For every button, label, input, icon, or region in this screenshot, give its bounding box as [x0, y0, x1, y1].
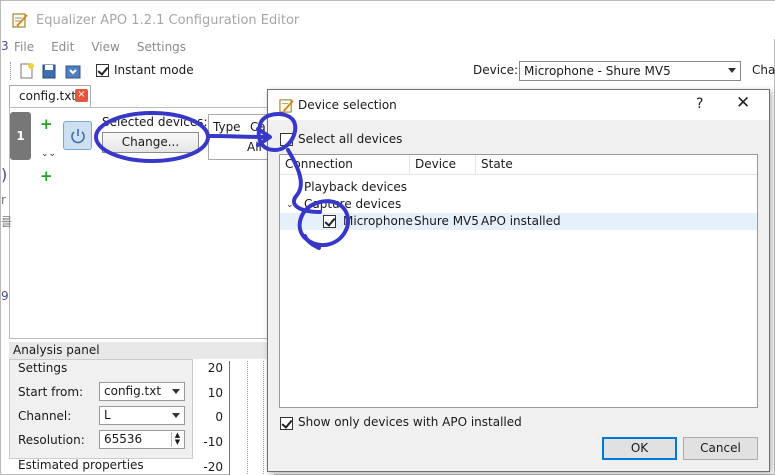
- filter-row-number[interactable]: 1: [10, 112, 31, 160]
- channel-label: Channel:: [18, 409, 72, 423]
- instant-mode-checkbox[interactable]: [96, 64, 109, 77]
- menu-file[interactable]: File: [14, 39, 34, 58]
- playback-devices-label: Playback devices: [304, 180, 408, 194]
- tree-row-capture[interactable]: ⌄ Capture devices: [280, 196, 757, 213]
- graph-gridline: [247, 361, 248, 475]
- device-selection-dialog: Device selection ? ✕ Select all devices …: [267, 89, 770, 472]
- chevron-down-icon: [172, 389, 180, 394]
- app-icon: [12, 13, 28, 28]
- graph-gridline: [263, 361, 264, 475]
- device-select-value: Microphone - Shure MV5: [524, 64, 671, 78]
- channel-partial-label: Ca: [250, 120, 266, 134]
- show-only-apo-checkbox[interactable]: [280, 417, 293, 430]
- device-select[interactable]: Microphone - Shure MV5: [519, 61, 741, 81]
- chevron-down-icon: [172, 413, 180, 418]
- tab-label: config.txt: [19, 89, 77, 103]
- window-title: Equalizer APO 1.2.1 Configuration Editor: [36, 13, 300, 28]
- chevron-down-icon: [728, 68, 736, 73]
- resolution-label: Resolution:: [18, 433, 85, 447]
- device-connection: Microphone: [343, 214, 413, 228]
- toolbar-grip: [10, 62, 11, 80]
- menu-bar: File Edit View Settings: [1, 39, 775, 58]
- select-all-checkbox[interactable]: [280, 133, 293, 146]
- y-tick-label: 20: [207, 361, 223, 375]
- side-mark: ): [1, 165, 8, 184]
- power-icon: [71, 129, 85, 144]
- expand-chevron-icon[interactable]: ⌄: [286, 197, 294, 213]
- capture-devices-label: Capture devices: [304, 197, 402, 211]
- estimated-properties-label: Estimated properties: [18, 458, 144, 472]
- settings-title: Settings: [18, 361, 68, 375]
- column-device[interactable]: Device: [410, 155, 476, 175]
- y-tick-label: 10: [207, 386, 223, 400]
- side-mark: 를: [1, 215, 13, 229]
- tree-row-playback[interactable]: Playback devices: [280, 179, 757, 196]
- add-filter-bottom-icon[interactable]: +: [40, 169, 53, 184]
- menu-view[interactable]: View: [91, 39, 119, 58]
- resolution-value: 65536: [104, 432, 143, 446]
- device-label: Device:: [473, 63, 519, 77]
- side-mark: 3: [1, 39, 9, 53]
- save-file-icon[interactable]: [64, 62, 82, 80]
- side-mark: r: [1, 193, 6, 207]
- channel-select[interactable]: L: [99, 406, 185, 425]
- tree-header: Connection Device State: [280, 155, 757, 175]
- help-icon[interactable]: ?: [696, 96, 703, 112]
- start-from-label: Start from:: [18, 385, 84, 399]
- y-tick-label: -10: [203, 435, 223, 449]
- side-mark: 9: [1, 289, 9, 303]
- show-only-apo-label[interactable]: Show only devices with APO installed: [298, 415, 522, 429]
- ok-button[interactable]: OK: [602, 437, 677, 460]
- device-name: Shure MV5: [414, 214, 479, 228]
- add-filter-icon[interactable]: +: [40, 117, 53, 132]
- tree-row-microphone[interactable]: Microphone Shure MV5 APO installed: [280, 213, 757, 230]
- column-state[interactable]: State: [476, 155, 757, 175]
- start-from-select[interactable]: config.txt: [99, 382, 185, 401]
- y-tick-label: -20: [203, 460, 223, 474]
- dialog-title-bar: Device selection ? ✕: [268, 90, 769, 120]
- selected-devices-label: Selected devices:: [102, 115, 208, 129]
- start-from-value: config.txt: [104, 384, 162, 398]
- type-label: Type: [213, 120, 241, 134]
- column-connection[interactable]: Connection: [280, 155, 410, 175]
- device-checkbox[interactable]: [323, 215, 336, 228]
- resolution-spinbox[interactable]: 65536 ▲ ▼: [99, 430, 185, 449]
- app-icon: [279, 99, 294, 113]
- analysis-panel-title: Analysis panel: [9, 342, 279, 359]
- menu-settings[interactable]: Settings: [137, 39, 186, 58]
- change-devices-button[interactable]: Change...: [102, 132, 199, 153]
- close-icon[interactable]: ✕: [736, 93, 750, 113]
- select-all-label[interactable]: Select all devices: [298, 132, 402, 146]
- open-file-icon[interactable]: [41, 62, 59, 80]
- y-tick-label: 0: [215, 410, 223, 424]
- double-chevron-down-icon[interactable]: ⌄⌄: [41, 149, 56, 159]
- dialog-title: Device selection: [298, 98, 397, 112]
- spin-arrows-icon[interactable]: ▲ ▼: [171, 432, 183, 447]
- all-channels-partial: All: [247, 140, 262, 154]
- instant-mode-label: Instant mode: [114, 63, 194, 77]
- cancel-button[interactable]: Cancel: [683, 437, 758, 460]
- power-toggle-button[interactable]: [63, 121, 92, 150]
- new-file-icon[interactable]: [18, 62, 36, 80]
- channel-label-partial: Cha: [752, 63, 775, 77]
- menu-edit[interactable]: Edit: [51, 39, 74, 58]
- channel-value: L: [104, 408, 111, 422]
- device-tree[interactable]: Connection Device State Playback devices…: [279, 154, 758, 408]
- device-state: APO installed: [481, 214, 561, 228]
- close-icon[interactable]: ×: [75, 89, 88, 102]
